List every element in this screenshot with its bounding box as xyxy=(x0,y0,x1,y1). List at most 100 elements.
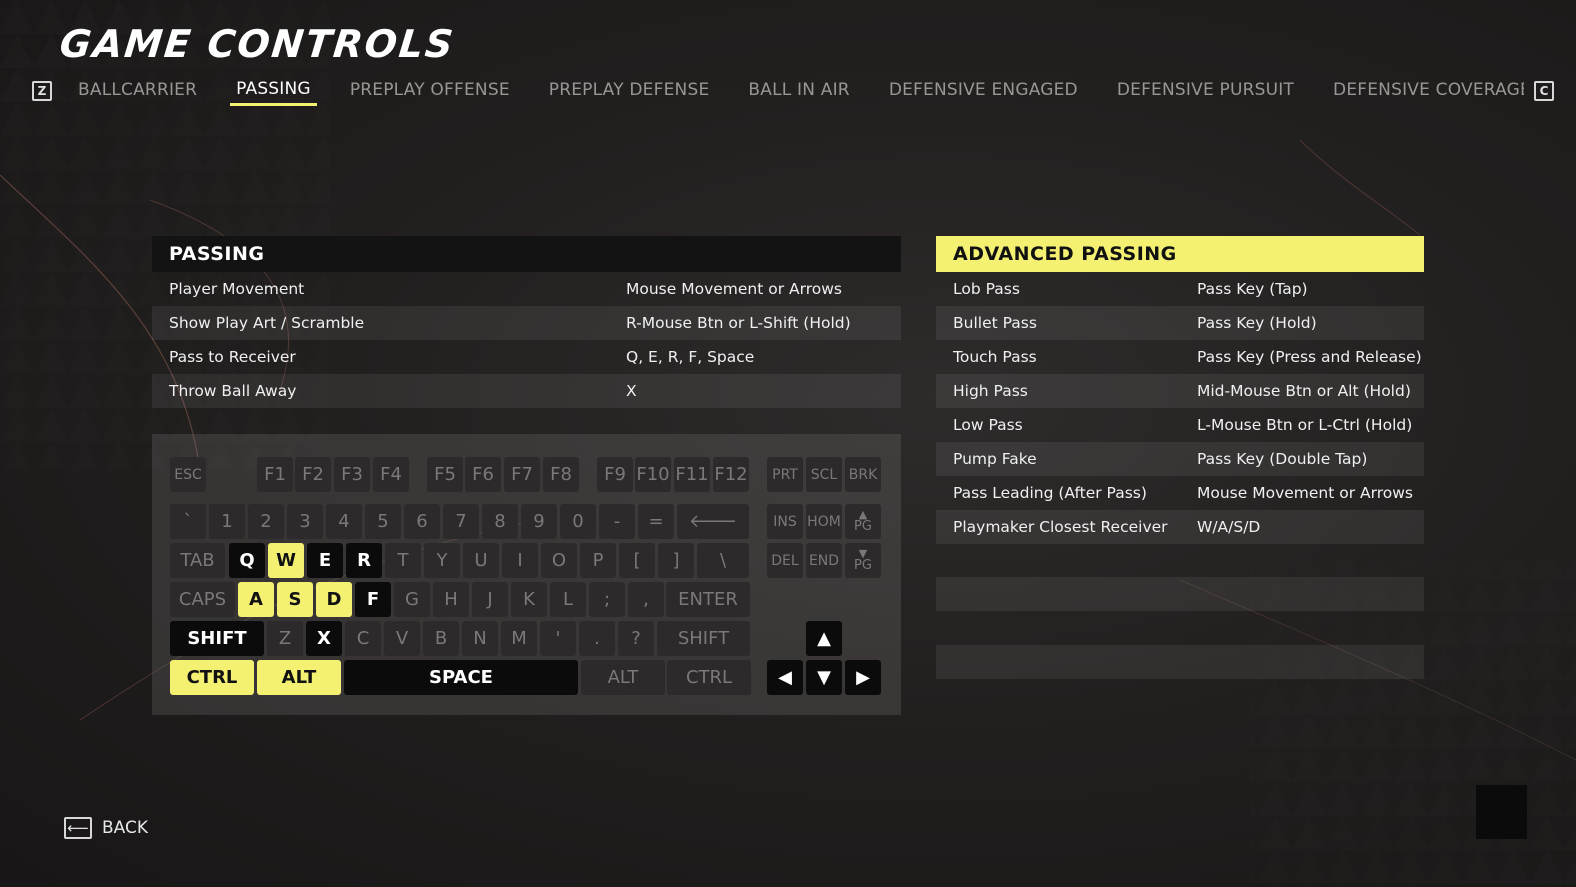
control-binding: Pass Key (Press and Release) xyxy=(1197,348,1422,366)
key: [ xyxy=(619,543,655,578)
key: PRT xyxy=(767,457,803,492)
control-action: Player Movement xyxy=(169,280,305,298)
key: SHIFT xyxy=(170,621,264,656)
key: ▲ xyxy=(806,621,842,656)
control-binding: W/A/S/D xyxy=(1197,518,1261,536)
key: ◀ xyxy=(767,660,803,695)
advanced-passing-header: ADVANCED PASSING xyxy=(936,236,1424,272)
key: ENTER xyxy=(666,582,750,617)
key: F1 xyxy=(257,457,293,492)
control-action: Touch Pass xyxy=(953,348,1037,366)
tab-defensive-coverage[interactable]: DEFENSIVE COVERAGE xyxy=(1327,78,1524,104)
key: 4 xyxy=(326,504,362,539)
key: V xyxy=(384,621,420,656)
key: F3 xyxy=(334,457,370,492)
key: CTRL xyxy=(667,660,751,695)
key: DEL xyxy=(767,543,803,578)
control-action: Playmaker Closest Receiver xyxy=(953,518,1168,536)
key: M xyxy=(501,621,537,656)
tab-ball-in-air[interactable]: BALL IN AIR xyxy=(742,78,855,104)
control-binding: Mid-Mouse Btn or Alt (Hold) xyxy=(1197,382,1411,400)
key: F4 xyxy=(373,457,409,492)
tab-defensive-pursuit[interactable]: DEFENSIVE PURSUIT xyxy=(1111,78,1300,104)
key: SPACE xyxy=(344,660,578,695)
control-action: Low Pass xyxy=(953,416,1023,434)
control-action: High Pass xyxy=(953,382,1028,400)
key: ] xyxy=(658,543,694,578)
key: ; xyxy=(589,582,625,617)
control-action: Pass to Receiver xyxy=(169,348,296,366)
key: A xyxy=(238,582,274,617)
key-label: PG xyxy=(854,557,872,573)
key: 2 xyxy=(248,504,284,539)
control-row: Bullet Pass Pass Key (Hold) xyxy=(936,306,1424,340)
key: = xyxy=(638,504,674,539)
back-label: BACK xyxy=(102,818,149,838)
next-tab-key-icon[interactable]: C xyxy=(1534,81,1554,101)
key: ALT xyxy=(257,660,341,695)
key: 8 xyxy=(482,504,518,539)
corner-block xyxy=(1476,785,1527,839)
control-action: Throw Ball Away xyxy=(169,382,297,400)
key: TAB xyxy=(170,543,225,578)
key: R xyxy=(346,543,382,578)
key: 3 xyxy=(287,504,323,539)
control-action: Lob Pass xyxy=(953,280,1020,298)
key: J xyxy=(472,582,508,617)
key: B xyxy=(423,621,459,656)
key: I xyxy=(502,543,538,578)
key: SCL xyxy=(806,457,842,492)
passing-panel: PASSING Player Movement Mouse Movement or… xyxy=(152,236,901,408)
key: K xyxy=(511,582,547,617)
key: ESC xyxy=(170,457,206,492)
control-binding: Mouse Movement or Arrows xyxy=(1197,484,1414,502)
control-binding: X xyxy=(626,382,637,400)
key: 1 xyxy=(209,504,245,539)
key: H xyxy=(433,582,469,617)
key: F12 xyxy=(713,457,749,492)
control-row: Pass Leading (After Pass) Mouse Movement … xyxy=(936,476,1424,510)
key: 9 xyxy=(521,504,557,539)
key: Y xyxy=(424,543,460,578)
caret-up-icon: ▲ xyxy=(858,507,868,521)
key: F xyxy=(355,582,391,617)
key: , xyxy=(628,582,664,617)
tab-preplay-offense[interactable]: PREPLAY OFFENSE xyxy=(344,78,516,104)
keyboard-diagram: ESC F1 F2 F3 F4 F5 F6 F7 F8 F9 F10 F11 F12 PRT SCL BRK `… xyxy=(152,434,901,715)
key: C xyxy=(345,621,381,656)
tab-ballcarrier[interactable]: BALLCARRIER xyxy=(72,78,203,104)
key: SHIFT xyxy=(657,621,750,656)
key: BRK xyxy=(845,457,881,492)
key: X xyxy=(306,621,342,656)
control-action: Pump Fake xyxy=(953,450,1037,468)
control-row: Pass to Receiver Q, E, R, F, Space xyxy=(152,340,901,374)
key: END xyxy=(806,543,842,578)
tab-preplay-defense[interactable]: PREPLAY DEFENSE xyxy=(543,78,716,104)
control-action: Pass Leading (After Pass) xyxy=(953,484,1147,502)
control-row: Lob Pass Pass Key (Tap) xyxy=(936,272,1424,306)
key: Z xyxy=(267,621,303,656)
prev-tab-key-icon[interactable]: Z xyxy=(32,81,52,101)
key: ▼ PG xyxy=(845,543,881,578)
control-row: Pump Fake Pass Key (Double Tap) xyxy=(936,442,1424,476)
control-binding: R-Mouse Btn or L-Shift (Hold) xyxy=(626,314,851,332)
key: ▼ xyxy=(806,660,842,695)
key: G xyxy=(394,582,430,617)
key: - xyxy=(599,504,635,539)
control-binding: L-Mouse Btn or L-Ctrl (Hold) xyxy=(1197,416,1413,434)
key: O xyxy=(541,543,577,578)
key: 7 xyxy=(443,504,479,539)
tab-list: BALLCARRIER PASSING PREPLAY OFFENSE PREPLAY… xyxy=(72,77,1524,106)
key: F7 xyxy=(504,457,540,492)
control-binding: Pass Key (Tap) xyxy=(1197,280,1308,298)
tab-defensive-engaged[interactable]: DEFENSIVE ENGAGED xyxy=(883,78,1084,104)
key: F8 xyxy=(543,457,579,492)
back-button[interactable]: ⟵ BACK xyxy=(64,817,148,839)
key: INS xyxy=(767,504,803,539)
key: F9 xyxy=(597,457,633,492)
control-row: Touch Pass Pass Key (Press and Release) xyxy=(936,340,1424,374)
key: 0 xyxy=(560,504,596,539)
tab-passing[interactable]: PASSING xyxy=(230,77,317,106)
key: F11 xyxy=(674,457,710,492)
key: ▲ PG xyxy=(845,504,881,539)
